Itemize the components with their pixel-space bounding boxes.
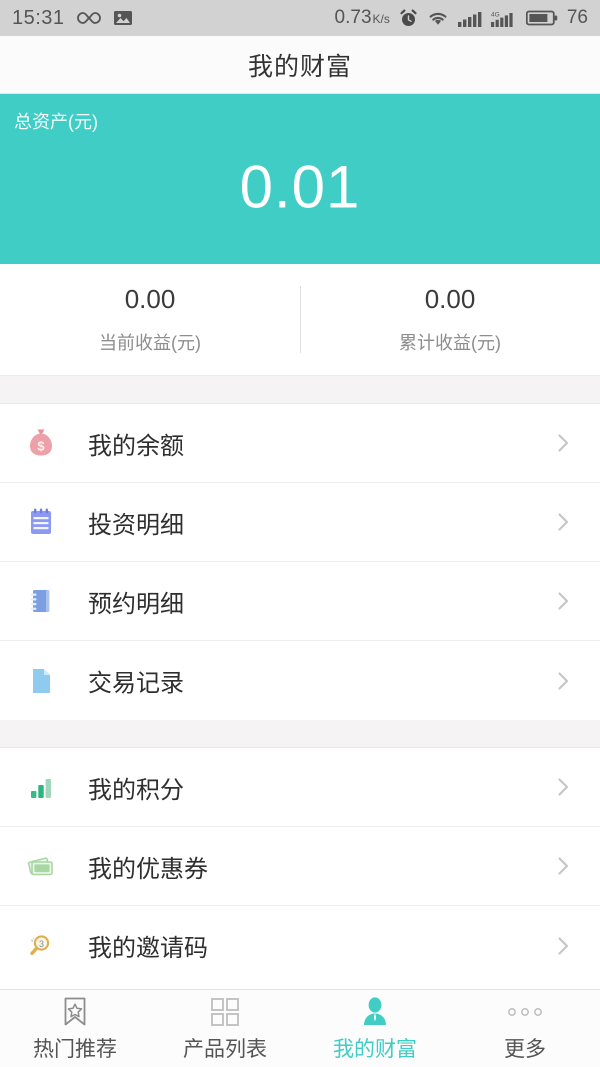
chevron-right-icon xyxy=(558,857,569,875)
money-bag-icon: $ xyxy=(22,424,60,462)
total-earnings-label: 累计收益(元) xyxy=(399,333,501,353)
nav-tab-hot-recommend[interactable]: 热门推荐 xyxy=(0,990,150,1067)
current-earnings-label: 当前收益(元) xyxy=(99,333,201,353)
total-assets-label: 总资产(元) xyxy=(14,112,98,132)
total-earnings-cell: 0.00 累计收益(元) xyxy=(300,264,600,375)
status-time: 15:31 xyxy=(12,6,65,29)
chevron-right-icon xyxy=(558,592,569,610)
app-root: 15:31 0.73 K/s 4G 76 我的财富 总资产(元) 0.01 0.… xyxy=(0,0,600,1067)
status-bar-left: 15:31 xyxy=(12,7,133,30)
chevron-right-icon xyxy=(558,671,569,690)
coupon-icon xyxy=(22,847,60,885)
signal-bars-icon xyxy=(457,10,482,27)
nav-tab-my-wealth[interactable]: 我的财富 xyxy=(300,990,450,1067)
image-icon xyxy=(113,9,133,27)
network-speed-value: 0.73 xyxy=(334,7,372,28)
total-assets-card: 总资产(元) 0.01 xyxy=(0,94,600,264)
menu-item-reservation-details[interactable]: 预约明细 xyxy=(0,562,600,641)
grid-squares-icon xyxy=(209,995,241,1029)
infinity-icon xyxy=(76,10,101,26)
menu-group-accounts: $ 我的余额 投资明细 预约明细 交易记录 xyxy=(0,404,600,720)
svg-text:4G: 4G xyxy=(491,11,500,18)
menu-item-my-points[interactable]: 我的积分 xyxy=(0,748,600,827)
page-title: 我的财富 xyxy=(247,52,352,81)
nav-tab-more[interactable]: 更多 xyxy=(450,990,600,1067)
bookmark-star-icon xyxy=(60,995,90,1029)
section-gap-2 xyxy=(0,720,600,748)
wifi-icon xyxy=(427,10,449,27)
magnifier-icon: 3 √ xyxy=(22,927,60,965)
nav-tab-label: 产品列表 xyxy=(183,1037,267,1061)
spiral-notebook-icon xyxy=(22,582,60,620)
menu-item-investment-details[interactable]: 投资明细 xyxy=(0,483,600,562)
chevron-right-icon xyxy=(558,778,569,796)
network-speed-unit: K/s xyxy=(372,12,390,26)
network-speed: 0.73 K/s xyxy=(335,7,390,29)
battery-level: 76 xyxy=(566,7,588,28)
chevron-right-icon xyxy=(558,434,569,452)
current-earnings-cell: 0.00 当前收益(元) xyxy=(0,264,300,375)
current-earnings-value: 0.00 xyxy=(124,284,176,314)
menu-item-label: 我的积分 xyxy=(88,776,184,804)
menu-item-label: 我的邀请码 xyxy=(88,935,208,962)
menu-item-label: 投资明细 xyxy=(88,511,184,539)
battery-icon xyxy=(525,9,558,27)
menu-item-transaction-records[interactable]: 交易记录 xyxy=(0,641,600,720)
status-bar: 15:31 0.73 K/s 4G 76 xyxy=(0,0,600,36)
total-earnings-value: 0.00 xyxy=(424,284,476,314)
alarm-clock-icon xyxy=(399,9,418,28)
menu-item-label: 交易记录 xyxy=(88,670,184,697)
bar-chart-icon xyxy=(22,768,60,806)
menu-item-my-invite-code[interactable]: 3 √ 我的邀请码 xyxy=(0,906,600,985)
nav-tab-product-list[interactable]: 产品列表 xyxy=(150,990,300,1067)
person-icon xyxy=(360,995,390,1029)
nav-tab-label: 热门推荐 xyxy=(33,1037,117,1061)
title-bar: 我的财富 xyxy=(0,36,600,94)
chevron-right-icon xyxy=(558,936,569,955)
notepad-icon xyxy=(22,503,60,541)
nav-tab-label: 我的财富 xyxy=(333,1037,417,1061)
menu-item-label: 我的余额 xyxy=(88,432,184,460)
svg-text:3: 3 xyxy=(39,939,44,949)
document-icon xyxy=(22,662,60,700)
menu-item-label: 预约明细 xyxy=(88,590,184,618)
menu-item-my-coupons[interactable]: 我的优惠券 xyxy=(0,827,600,906)
signal-4g-icon: 4G xyxy=(490,10,517,27)
more-dots-icon xyxy=(507,995,543,1029)
status-bar-right: 0.73 K/s 4G 76 xyxy=(335,7,588,29)
earnings-row: 0.00 当前收益(元) 0.00 累计收益(元) xyxy=(0,264,600,376)
section-gap-1 xyxy=(0,376,600,404)
menu-item-my-balance[interactable]: $ 我的余额 xyxy=(0,404,600,483)
bottom-navigation: 热门推荐 产品列表 我的财富 更多 xyxy=(0,989,600,1067)
menu-item-label: 我的优惠券 xyxy=(88,855,208,883)
nav-tab-label: 更多 xyxy=(504,1037,546,1061)
svg-text:$: $ xyxy=(37,439,45,454)
chevron-right-icon xyxy=(558,513,569,531)
total-assets-amount: 0.01 xyxy=(239,153,361,221)
menu-group-rewards: 我的积分 我的优惠券 3 √ 我的邀请码 xyxy=(0,748,600,985)
